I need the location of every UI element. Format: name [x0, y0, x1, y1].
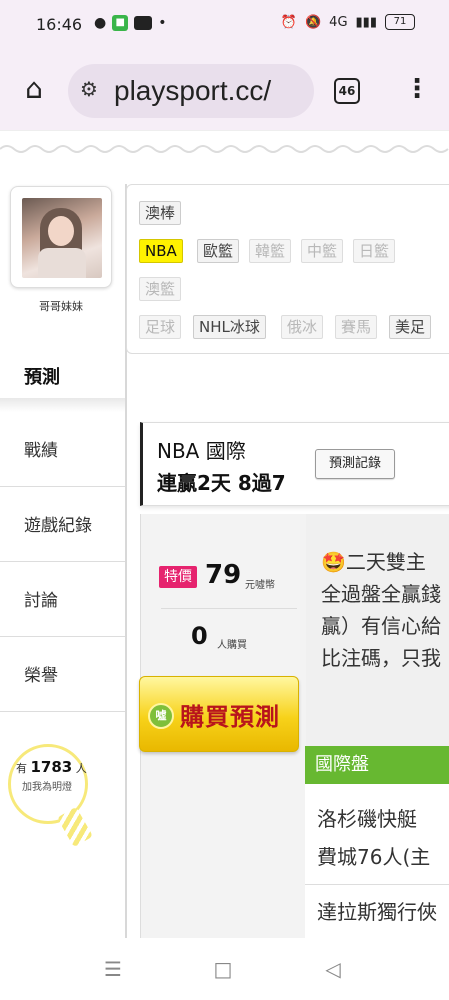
price-panel: 特價 79 元噓幣 0 人購買 噓 購買預測 [139, 514, 306, 938]
follow-lightbulb-button[interactable]: 有 1783 人 加我為明燈 [8, 744, 94, 848]
sidebar-nav: 戰績 遊戲紀錄 討論 榮譽 [0, 412, 126, 712]
prediction-history-button[interactable]: 預測記錄 [315, 449, 395, 479]
sidebar-item-record[interactable]: 戰績 [0, 412, 125, 487]
back-icon[interactable]: ◁ [320, 956, 346, 982]
dot-icon: • [158, 15, 167, 31]
prediction-card: 特價 79 元噓幣 0 人購買 噓 購買預測 🤩二天雙主 全過盤全贏錢 贏）有信… [139, 514, 449, 938]
league-tag-russia-hockey: 俄冰 [281, 315, 324, 339]
alarm-icon: ⏰ [280, 14, 297, 30]
address-bar[interactable]: ⚙ playsport.cc/ [68, 64, 314, 118]
list-item[interactable]: 達拉斯獨行俠 [317, 896, 437, 925]
league-tag-nhl[interactable]: NHL冰球 [193, 315, 266, 339]
username[interactable]: 哥哥妹妹 [0, 298, 122, 314]
sidebar-item-label: 預測 [24, 367, 60, 388]
league-selector: 澳棒 NBA 歐籃 韓籃 中籃 日籃 澳籃 足球 NHL冰球 俄冰 賽馬 美足 [126, 184, 449, 354]
status-bar: 16:46 ● ■ • ⏰ 🔕 4G ▮▮▮ 71 [0, 0, 449, 52]
sidebar-item-honor[interactable]: 榮譽 [0, 637, 125, 712]
url-text: playsport.cc/ [114, 75, 272, 106]
mute-icon: 🔕 [304, 14, 322, 30]
battery-icon: 71 [385, 14, 415, 30]
price-currency: 元噓幣 [245, 580, 275, 591]
page-content: 哥哥妹妹 預測 戰績 遊戲紀錄 討論 榮譽 有 1783 人 加我為明燈 澳棒 … [0, 164, 449, 938]
buy-prediction-button[interactable]: 噓 購買預測 [139, 676, 299, 752]
league-tag-aus-baseball[interactable]: 澳棒 [139, 201, 182, 225]
league-tag-korea-basketball: 韓籃 [249, 239, 292, 263]
league-tag-nfl[interactable]: 美足 [389, 315, 432, 339]
recent-apps-icon[interactable]: ☰ [100, 956, 126, 982]
chat-icon: ● [94, 15, 107, 31]
fan-count: 有 1783 人 [16, 758, 87, 776]
home-button-icon[interactable]: □ [210, 956, 236, 982]
win-record: 連贏2天 8過7 [157, 471, 286, 495]
special-price-badge: 特價 [159, 566, 197, 588]
price-value: 79 [205, 560, 242, 590]
prediction-description: 🤩二天雙主 全過盤全贏錢 贏）有信心給 比注碼，只我 [321, 550, 441, 670]
home-icon[interactable]: ⌂ [18, 74, 50, 106]
league-tag-horse-racing: 賽馬 [335, 315, 378, 339]
signal-icon: ▮▮▮ [355, 14, 377, 30]
youtube-icon [134, 16, 153, 30]
notification-icons: ● ■ • [94, 15, 166, 31]
league-tag-aus-basketball: 澳籃 [139, 277, 182, 301]
league-tag-euro-basketball[interactable]: 歐籃 [197, 239, 240, 263]
site-settings-icon[interactable]: ⚙ [80, 77, 98, 101]
game-title: NBA 國際 [157, 439, 246, 463]
follow-label: 加我為明燈 [22, 782, 72, 793]
league-tag-china-basketball: 中籃 [301, 239, 344, 263]
tab-switcher-button[interactable]: 46 [334, 78, 360, 104]
list-item[interactable]: 洛杉磯快艇 費城76人(主 [317, 800, 430, 876]
system-icons: ⏰ 🔕 4G ▮▮▮ 71 [281, 14, 415, 30]
system-nav-bar: ☰ □ ◁ [0, 938, 449, 1000]
sidebar-divider [0, 398, 126, 412]
sidebar-item-label: 戰績 [24, 441, 58, 461]
buyer-count: 0 [191, 622, 208, 650]
sidebar-item-discussion[interactable]: 討論 [0, 562, 125, 637]
sidebar-item-label: 遊戲紀錄 [24, 516, 92, 536]
buyer-label: 人購買 [217, 640, 247, 651]
match-divider [305, 884, 449, 885]
sidebar-item-game-history[interactable]: 遊戲紀錄 [0, 487, 125, 562]
game-header: NBA 國際 連贏2天 8過7 預測記錄 [140, 422, 449, 506]
sidebar-item-predict[interactable]: 預測 [0, 344, 126, 402]
match-list: 洛杉磯快艇 費城76人(主 達拉斯獨行俠 [305, 784, 449, 938]
wavy-border-icon [0, 145, 449, 153]
league-tag-soccer: 足球 [139, 315, 182, 339]
avatar-photo [22, 198, 102, 278]
network-label: 4G [329, 14, 348, 30]
more-menu-icon[interactable]: ⋮ [404, 72, 430, 108]
app-icon: ■ [112, 15, 129, 31]
price-divider [161, 608, 297, 609]
odds-section-header: 國際盤 [305, 746, 449, 784]
league-tag-nba[interactable]: NBA [139, 239, 183, 263]
avatar[interactable] [10, 186, 112, 288]
sidebar-item-label: 討論 [24, 591, 58, 611]
browser-toolbar: ⌂ ⚙ playsport.cc/ 46 ⋮ [0, 52, 449, 130]
sidebar-item-label: 榮譽 [24, 666, 58, 686]
buy-prediction-label: 購買預測 [180, 703, 280, 731]
status-time: 16:46 [36, 15, 83, 34]
coin-icon: 噓 [148, 703, 174, 729]
page-top-border [0, 130, 449, 164]
league-tag-japan-basketball: 日籃 [353, 239, 396, 263]
